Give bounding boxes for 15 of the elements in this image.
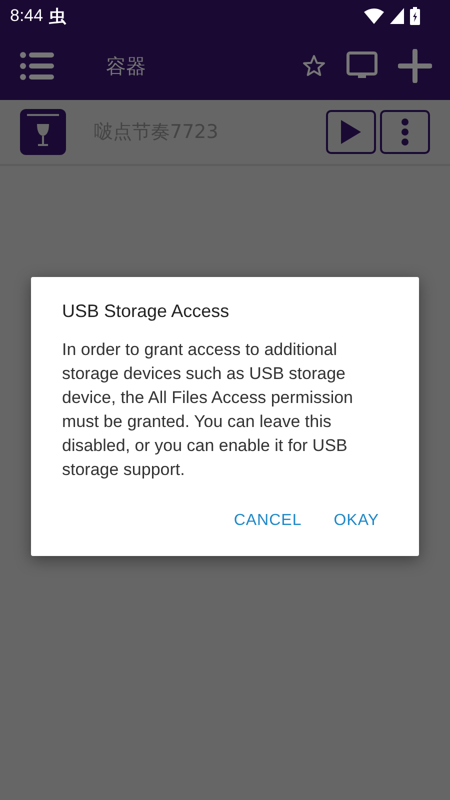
wine-glass-icon <box>20 109 66 155</box>
status-time: 8:44 <box>10 6 44 26</box>
signal-icon <box>390 8 404 24</box>
wifi-icon <box>364 8 384 24</box>
dialog-message: In order to grant access to additional storage devices such as USB storage device, the All Files Access permission must be granted. You can leave this disabled, or you can enable it for USB storage support. <box>62 339 354 481</box>
battery-icon <box>410 7 420 25</box>
dialog-title: USB Storage Access <box>62 301 230 322</box>
dialog-button[interactable]: OKAY <box>324 502 389 540</box>
more-icon <box>401 118 409 146</box>
play-button[interactable] <box>326 110 376 154</box>
more-button[interactable] <box>380 110 430 154</box>
app-title: 容器 <box>106 52 146 80</box>
dialog-button[interactable]: CANCEL <box>224 502 312 540</box>
play-icon <box>341 120 361 144</box>
notification-glyph: 虫 <box>49 6 66 28</box>
